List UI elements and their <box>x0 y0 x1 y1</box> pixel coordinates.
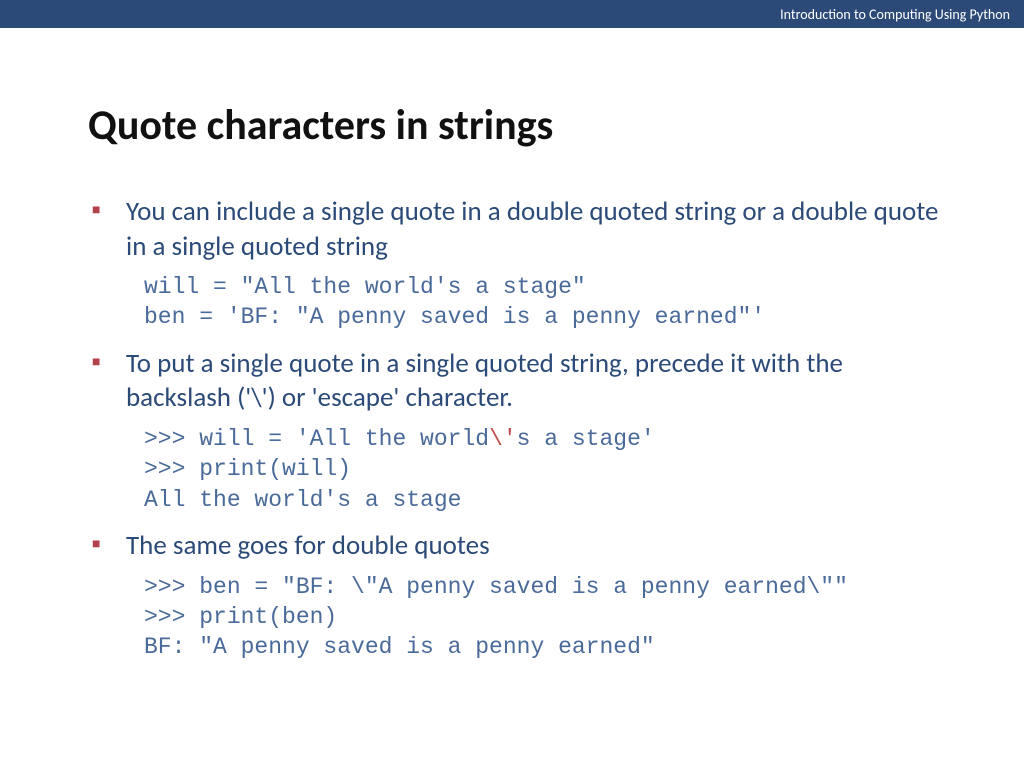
bullet-list: You can include a single quote in a doub… <box>88 195 944 663</box>
slide-content: Quote characters in strings You can incl… <box>0 28 1024 663</box>
page-title: Quote characters in strings <box>88 100 944 151</box>
code-block: will = "All the world's a stage" ben = '… <box>144 272 944 333</box>
header-bar: Introduction to Computing Using Python <box>0 0 1024 28</box>
course-label: Introduction to Computing Using Python <box>780 6 1010 23</box>
code-block: >>> ben = "BF: \"A penny saved is a penn… <box>144 572 944 663</box>
bullet-text: You can include a single quote in a doub… <box>126 195 944 264</box>
list-item: To put a single quote in a single quoted… <box>88 347 944 515</box>
list-item: The same goes for double quotes >>> ben … <box>88 529 944 663</box>
list-item: You can include a single quote in a doub… <box>88 195 944 333</box>
code-block: >>> will = 'All the world\'s a stage' >>… <box>144 424 944 515</box>
escape-sequence: \' <box>489 426 517 452</box>
code-pre: >>> will = 'All the world <box>144 426 489 452</box>
bullet-text: To put a single quote in a single quoted… <box>126 347 944 416</box>
bullet-text: The same goes for double quotes <box>126 529 944 564</box>
